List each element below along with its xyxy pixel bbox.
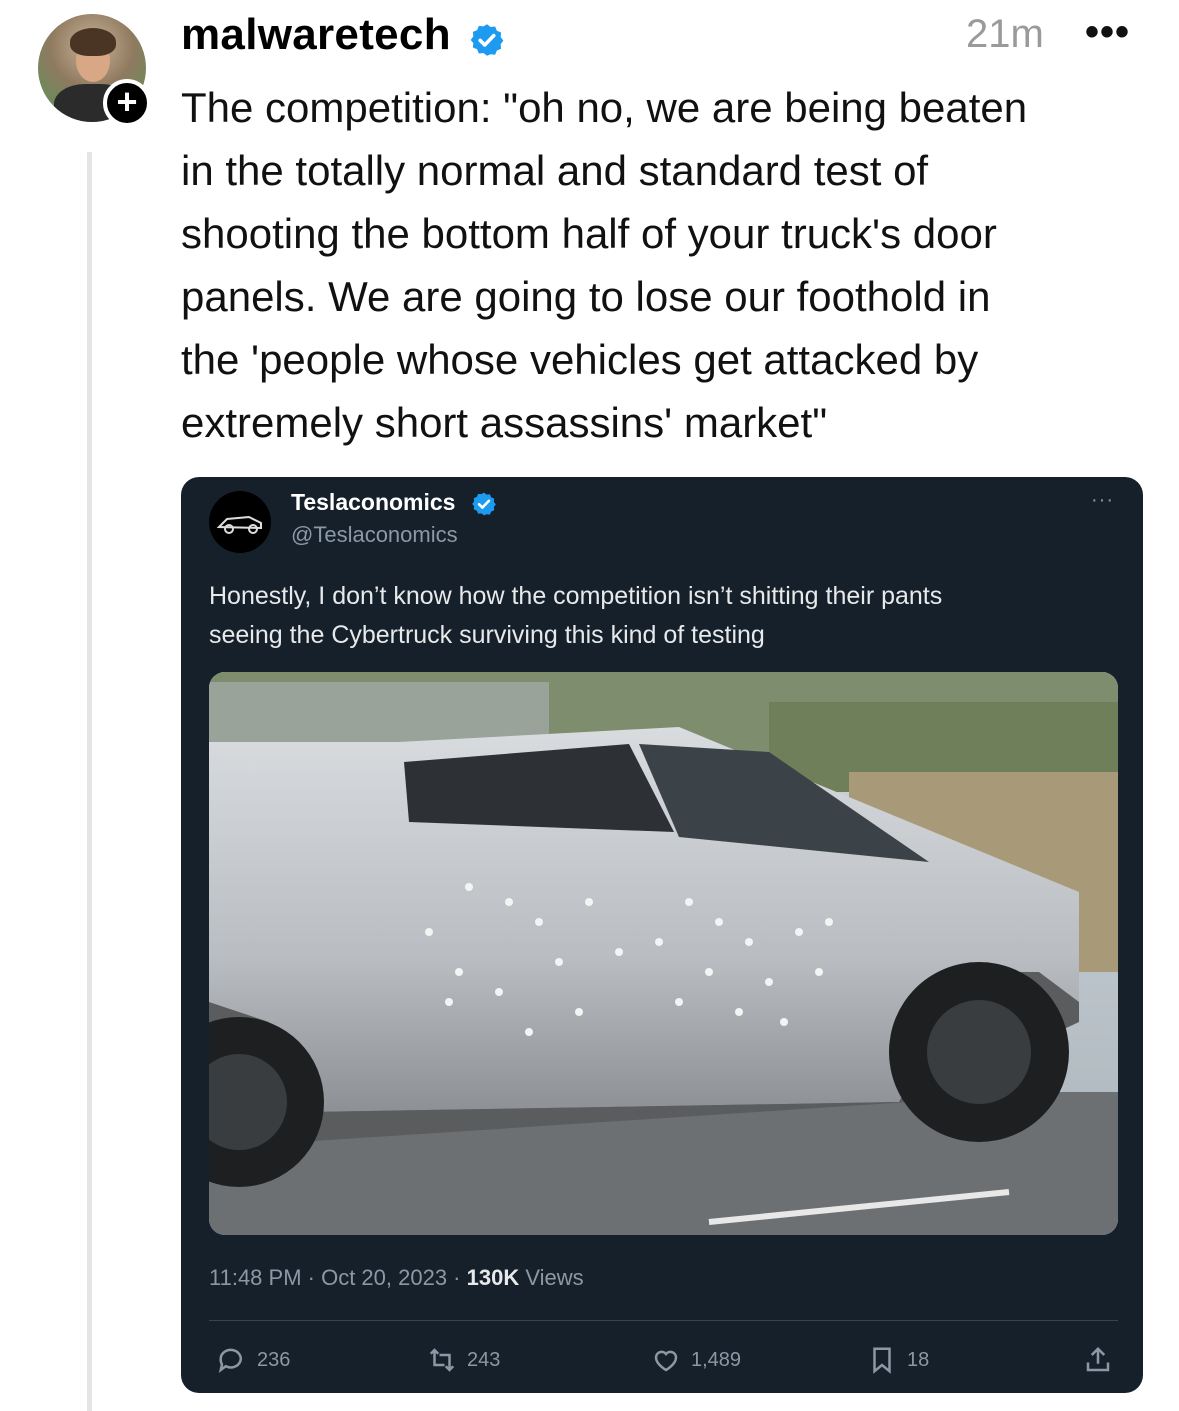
embed-like-count: 1,489 <box>651 1345 741 1375</box>
thread-line <box>87 152 92 1411</box>
embed-repost-count: 243 <box>427 1345 500 1375</box>
embed-reply-count: 236 <box>217 1345 290 1375</box>
embed-bookmark-count: 18 <box>867 1345 929 1375</box>
embed-author-avatar <box>209 491 271 553</box>
post-text-line: panels. We are going to lose our foothol… <box>181 273 991 320</box>
embed-views-count: 130K <box>466 1265 520 1290</box>
post-timestamp: 21m <box>966 12 1044 56</box>
verified-badge-icon <box>470 24 504 56</box>
more-options-button[interactable]: ••• <box>1085 10 1130 55</box>
avatar-hair <box>70 28 116 56</box>
cybertruck-photo <box>209 672 1118 1235</box>
embed-author-handle: @Teslaconomics <box>291 522 458 547</box>
embed-post-text: Honestly, I don’t know how the competiti… <box>209 577 1109 655</box>
share-icon <box>1086 1346 1110 1372</box>
like-count-text: 1,489 <box>691 1348 742 1371</box>
bookmark-icon <box>873 1347 891 1374</box>
repost-icon <box>429 1348 455 1372</box>
post-text-line: extremely short assassins' market" <box>181 399 828 446</box>
author-username[interactable]: malwaretech <box>181 10 451 60</box>
embed-time-date: 11:48 PM · Oct 20, 2023 · <box>209 1265 467 1290</box>
embed-author-name: Teslaconomics <box>291 489 456 515</box>
cybertruck-illustration <box>209 672 1118 1235</box>
post-text-line: the 'people whose vehicles get attacked … <box>181 336 979 383</box>
embedded-post-image[interactable]: Teslaconomics @Teslaconomics ··· Honestl… <box>181 477 1143 1393</box>
embed-divider <box>209 1320 1118 1321</box>
post-text-line: in the totally normal and standard test … <box>181 147 929 194</box>
post-text-line: shooting the bottom half of your truck's… <box>181 210 997 257</box>
repost-count-text: 243 <box>467 1348 501 1371</box>
embed-verified-badge-icon <box>472 492 496 516</box>
follow-button[interactable]: + <box>103 79 151 127</box>
like-icon <box>654 1350 678 1372</box>
embed-more-icon: ··· <box>1091 489 1114 511</box>
car-logo-icon <box>216 515 262 534</box>
bookmark-count-text: 18 <box>907 1348 930 1371</box>
post-text-line: The competition: "oh no, we are being be… <box>181 84 1028 131</box>
embed-share <box>1083 1345 1113 1375</box>
embed-meta: 11:48 PM · Oct 20, 2023 · 130K Views <box>209 1265 584 1291</box>
embed-text-line: seeing the Cybertruck surviving this kin… <box>209 621 765 649</box>
reply-icon <box>218 1348 242 1374</box>
embed-views-label: Views <box>519 1265 584 1290</box>
reply-count-text: 236 <box>257 1348 291 1371</box>
post-text: The competition: "oh no, we are being be… <box>181 76 1141 454</box>
embed-text-line: Honestly, I don’t know how the competiti… <box>209 582 943 610</box>
